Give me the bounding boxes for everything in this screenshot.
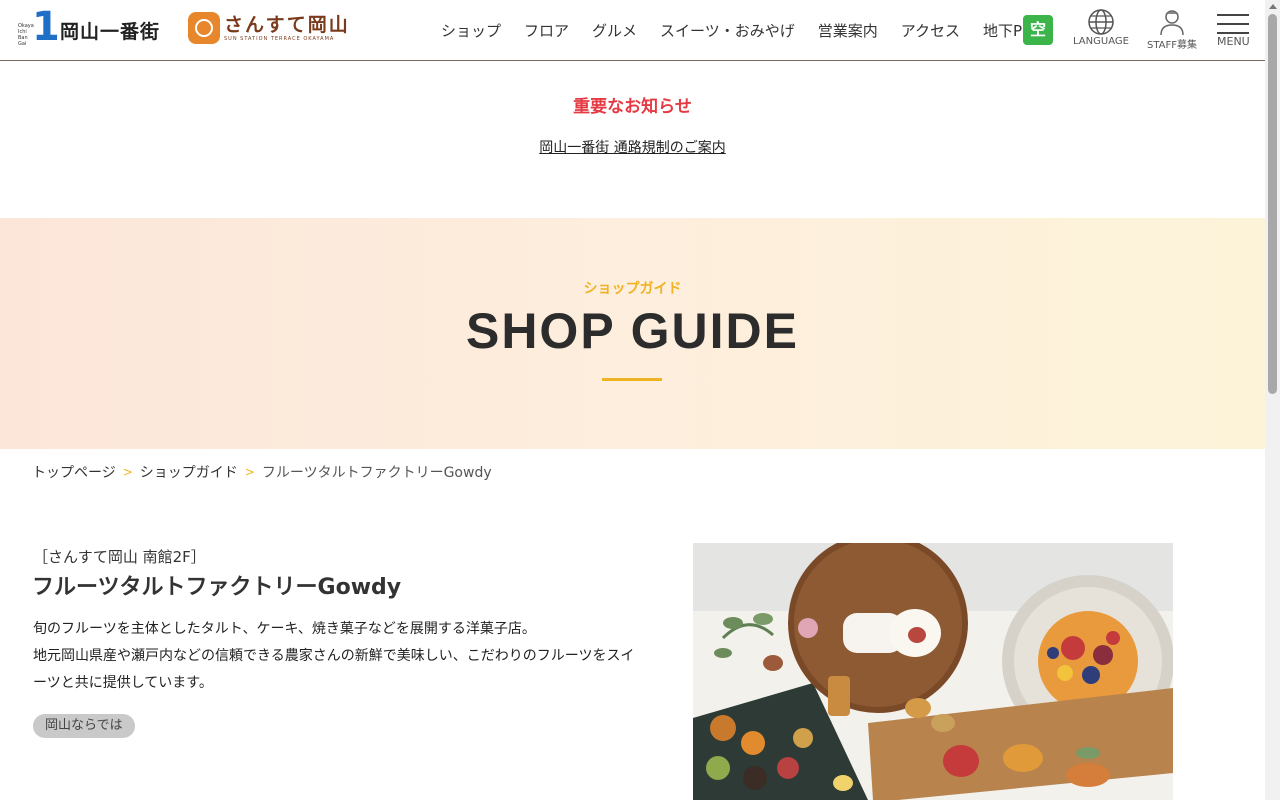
shop-description-line: 地元岡山県産や瀬戸内などの信頼できる農家さんの新鮮で美味しい、こだわりのフルーツ… [33,648,635,691]
menu-label: MENU [1217,35,1250,48]
nav-gourmet[interactable]: グルメ [592,20,637,41]
nav-floor[interactable]: フロア [524,20,569,41]
staff-recruit-button[interactable]: STAFF募集 [1147,8,1197,51]
important-notice-title: 重要なお知らせ [573,97,692,117]
logo-name: 岡山一番街 [60,20,161,43]
globe-icon [1088,9,1114,35]
sunste-logo-name: さんすて岡山 [224,14,350,36]
shop-location: ［さんすて岡山 南館2F］ [33,548,206,566]
nav-hours[interactable]: 営業案内 [818,20,878,41]
notice-link[interactable]: 岡山一番街 通路規制のご案内 [539,140,725,156]
shop-photo [693,543,1173,800]
shop-guide-hero: ショップガイド SHOP GUIDE [0,218,1265,449]
menu-button[interactable]: MENU [1217,14,1250,48]
breadcrumb: トップページ > ショップガイド > フルーツタルトファクトリーGowdy [32,462,492,482]
shop-description-line: 旬のフルーツを主体としたタルト、ケーキ、焼き菓子などを展開する洋菓子店。 [33,621,536,637]
breadcrumb-current: フルーツタルトファクトリーGowdy [261,465,492,481]
language-button[interactable]: LANGUAGE [1073,8,1129,47]
hero-jp-title: ショップガイド [583,281,682,297]
nav-shop[interactable]: ショップ [441,20,501,41]
sunste-okayama-logo[interactable]: さんすて岡山 SUN STATION TERRACE OKAYAMA [188,12,350,44]
ichibangai-mark: Okayama Ichi Ban Gai 1 [18,7,60,49]
sunste-logo-sub: SUN STATION TERRACE OKAYAMA [224,36,335,42]
nav-access[interactable]: アクセス [901,20,960,41]
page-scrollbar[interactable] [1265,0,1280,800]
shop-name: フルーツタルトファクトリーGowdy [32,575,402,600]
main-nav: ショップ フロア グルメ スイーツ・おみやげ 営業案内 アクセス 地下P [441,20,1028,41]
breadcrumb-top[interactable]: トップページ [32,462,116,482]
staff-person-icon [1160,10,1184,36]
site-header: Okayama Ichi Ban Gai 1 岡山一番街 さんすて岡山 SUN … [0,0,1265,61]
okayama-ichibangai-logo[interactable]: Okayama Ichi Ban Gai 1 岡山一番街 [18,7,161,49]
nav-sweets[interactable]: スイーツ・おみやげ [660,20,795,41]
parking-status-badge[interactable]: 空 [1023,15,1053,45]
sweets-photo-image [693,543,1173,800]
breadcrumb-separator: > [122,465,133,479]
shop-description: 旬のフルーツを主体としたタルト、ケーキ、焼き菓子などを展開する洋菓子店。 地元岡… [33,616,643,697]
language-label: LANGUAGE [1073,36,1129,47]
scrollbar-thumb[interactable] [1268,14,1277,394]
breadcrumb-separator: > [244,465,255,479]
hero-underline [602,378,662,381]
scroll-up-arrow-icon[interactable] [1269,4,1277,9]
logo-numeral: 1 [32,4,60,50]
shop-tag[interactable]: 岡山ならでは [33,714,135,738]
hero-en-title: SHOP GUIDE [465,303,800,359]
breadcrumb-shop-guide[interactable]: ショップガイド [140,462,238,482]
nav-parking[interactable]: 地下P [983,20,1022,41]
sunste-sun-icon [188,12,220,44]
staff-label: STAFF募集 [1147,40,1198,51]
